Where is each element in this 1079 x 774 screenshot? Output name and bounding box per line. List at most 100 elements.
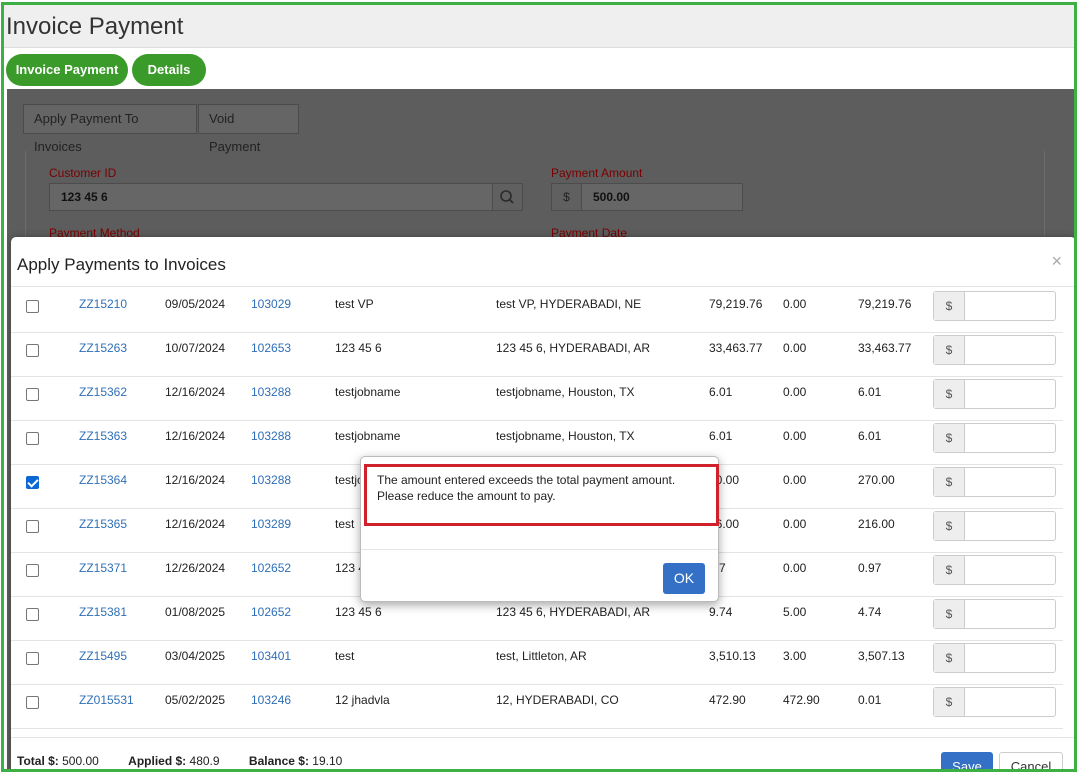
paid-amount: 0.00 [783,561,807,575]
invoice-date: 09/05/2024 [165,297,226,311]
table-row: ZZ15362 12/16/2024 103288 testjobname testjo… [11,377,1063,421]
void-payment-button[interactable]: Void Payment [198,104,299,154]
invoice-link[interactable]: ZZ15363 [79,421,127,465]
invoice-amount: 6.01 [709,385,733,399]
row-checkbox[interactable] [26,696,39,709]
job-link[interactable]: 102653 [251,333,291,377]
paid-amount: 3.00 [783,649,807,663]
invoice-date: 05/02/2025 [165,693,226,707]
search-icon [500,190,514,204]
invoice-amount: 9.74 [709,605,733,619]
row-checkbox[interactable] [26,344,39,357]
job-link[interactable]: 102652 [251,597,291,641]
job-name: test VP [335,297,374,311]
modal-header: Apply Payments to Invoices × [11,237,1074,287]
balance-amount-cell: 6.01 [858,385,882,399]
amount-to-pay-input[interactable]: $ [933,643,1056,673]
currency-addon: $ [934,600,965,628]
balance-amount-cell: 33,463.77 [858,341,912,355]
invoice-link[interactable]: ZZ15362 [79,377,127,421]
job-link[interactable]: 103288 [251,421,291,465]
job-link[interactable]: 103246 [251,685,291,729]
currency-addon: $ [934,688,965,716]
currency-addon: $ [934,292,965,320]
amount-to-pay-input[interactable]: $ [933,511,1056,541]
row-checkbox[interactable] [26,564,39,577]
invoice-link[interactable]: ZZ15210 [79,289,127,333]
balance-amount: Balance $: 19.10 [248,754,343,768]
payment-amount-input[interactable]: 500.00 [581,183,743,211]
balance-amount-cell: 6.01 [858,429,882,443]
ok-button[interactable]: OK [663,563,705,594]
close-icon[interactable]: × [1051,251,1062,272]
paid-amount: 5.00 [783,605,807,619]
invoice-link[interactable]: ZZ015531 [79,685,134,729]
invoice-link[interactable]: ZZ15263 [79,333,127,377]
balance-amount-cell: 0.97 [858,561,882,575]
row-checkbox[interactable] [26,300,39,313]
alert-divider [361,549,718,550]
job-name: test [335,649,355,663]
amount-to-pay-input[interactable]: $ [933,687,1056,717]
job-link[interactable]: 103029 [251,289,291,333]
apply-payment-button[interactable]: Apply Payment To Invoices [23,104,197,154]
currency-addon: $ [934,424,965,452]
row-checkbox[interactable] [26,476,39,489]
job-name: testjobname [335,385,401,399]
currency-addon: $ [551,183,582,211]
tab-details[interactable]: Details [132,54,206,86]
amount-to-pay-input[interactable]: $ [933,379,1056,409]
row-checkbox[interactable] [26,608,39,621]
job-link[interactable]: 103288 [251,377,291,421]
amount-to-pay-input[interactable]: $ [933,599,1056,629]
row-checkbox[interactable] [26,388,39,401]
amount-to-pay-input[interactable]: $ [933,467,1056,497]
job-link[interactable]: 103288 [251,465,291,509]
customer-id-input[interactable]: 123 45 6 [49,183,493,211]
paid-amount: 0.00 [783,341,807,355]
table-row: ZZ15381 01/08/2025 102652 123 45 6 123 45 6,… [11,597,1063,641]
invoice-date: 12/16/2024 [165,429,226,443]
balance-amount-cell: 270.00 [858,473,895,487]
invoice-amount: 3,510.13 [709,649,756,663]
job-link[interactable]: 102652 [251,553,291,597]
job-address: 12, HYDERABADI, CO [496,693,619,707]
currency-addon: $ [934,380,965,408]
invoice-date: 10/07/2024 [165,341,226,355]
amount-to-pay-input[interactable]: $ [933,291,1056,321]
page-title: Invoice Payment [6,13,184,40]
job-link[interactable]: 103289 [251,509,291,553]
job-name: 123 45 6 [335,341,382,355]
invoice-link[interactable]: ZZ15371 [79,553,127,597]
paid-amount: 472.90 [783,693,820,707]
invoice-link[interactable]: ZZ15364 [79,465,127,509]
invoice-link[interactable]: ZZ15495 [79,641,127,685]
balance-amount-cell: 4.74 [858,605,882,619]
tab-invoice-payment[interactable]: Invoice Payment [6,54,128,86]
currency-addon: $ [934,468,965,496]
invoice-link[interactable]: ZZ15381 [79,597,127,641]
job-address: test, Littleton, AR [496,649,587,663]
invoice-amount: 33,463.77 [709,341,763,355]
invoice-amount: 472.90 [709,693,746,707]
job-name: testjc [335,473,364,487]
app-window: Invoice Payment Invoice Payment Details … [1,2,1077,772]
payment-amount-label: Payment Amount [551,166,643,180]
invoice-date: 12/16/2024 [165,385,226,399]
job-address: 123 45 6, HYDERABADI, AR [496,605,651,619]
invoice-link[interactable]: ZZ15365 [79,509,127,553]
row-checkbox[interactable] [26,652,39,665]
cancel-button[interactable]: Cancel [999,752,1063,769]
job-link[interactable]: 103401 [251,641,291,685]
job-address: testjobname, Houston, TX [496,385,635,399]
customer-search-button[interactable] [492,183,523,211]
amount-to-pay-input[interactable]: $ [933,335,1056,365]
amount-to-pay-input[interactable]: $ [933,555,1056,585]
row-checkbox[interactable] [26,432,39,445]
save-button[interactable]: Save [941,752,993,769]
invoice-date: 12/16/2024 [165,517,226,531]
invoice-date: 03/04/2025 [165,649,226,663]
row-checkbox[interactable] [26,520,39,533]
balance-amount-cell: 0.01 [858,693,882,707]
amount-to-pay-input[interactable]: $ [933,423,1056,453]
